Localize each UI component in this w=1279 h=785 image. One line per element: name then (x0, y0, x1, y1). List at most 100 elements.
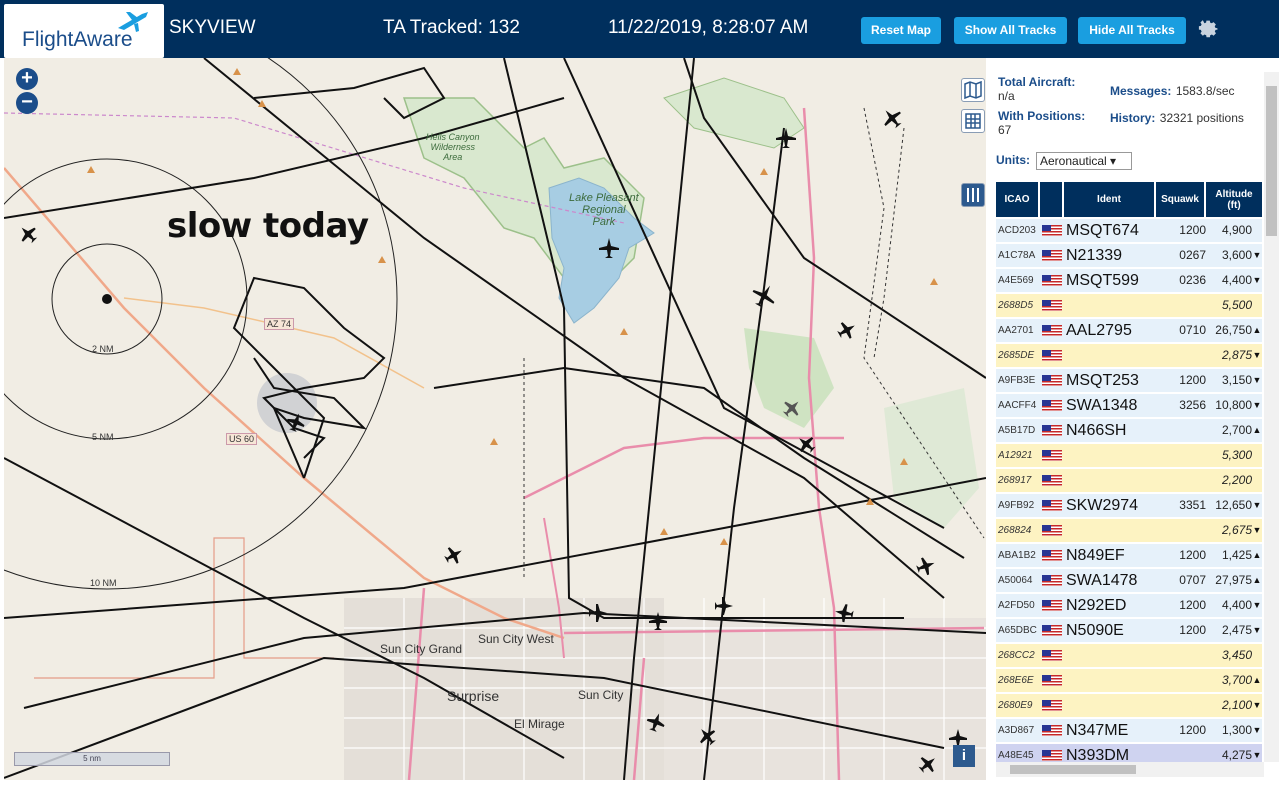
row-icao: 2688D5 (998, 300, 1034, 311)
map-view[interactable]: + − slow today 2 NM 5 NM 10 NM Hells Can… (4, 58, 986, 780)
row-icao: A4E569 (998, 275, 1034, 286)
table-row[interactable]: 268824 2,675 ▼ (996, 518, 1262, 542)
col-flag[interactable] (1040, 182, 1064, 217)
row-squawk (1158, 294, 1206, 317)
table-row[interactable]: 2680E9 2,100 ▼ (996, 693, 1262, 717)
row-altitude: 3,150 (1221, 373, 1252, 387)
row-altitude: 2,700 (1221, 423, 1252, 437)
row-ident: N347ME (1066, 722, 1129, 739)
table-row[interactable]: ABA1B2 N849EF 1200 1,425 ▲ (996, 543, 1262, 567)
table-row[interactable]: ACD203 MSQT674 1200 4,900 (996, 218, 1262, 242)
row-icao: A48E45 (998, 750, 1034, 761)
row-squawk (1158, 444, 1206, 467)
us-flag-icon (1042, 300, 1062, 311)
us-flag-icon (1042, 625, 1062, 636)
grid-toggle-button[interactable] (961, 109, 985, 133)
row-altitude-trend: ▲ (1252, 325, 1262, 335)
row-squawk (1158, 744, 1206, 762)
column-toggle-button[interactable] (961, 183, 985, 207)
us-flag-icon (1042, 325, 1062, 336)
row-altitude-trend: ▼ (1252, 275, 1262, 285)
table-row[interactable]: A9FB3E MSQT253 1200 3,150 ▼ (996, 368, 1262, 392)
table-row[interactable]: A2FD50 N292ED 1200 4,400 ▼ (996, 593, 1262, 617)
el-mirage-label: El Mirage (514, 717, 565, 731)
reset-map-button[interactable]: Reset Map (861, 17, 941, 44)
map-layers-button[interactable] (961, 78, 985, 102)
columns-icon (967, 188, 979, 202)
info-button[interactable]: i (953, 745, 975, 767)
row-ident: N5090E (1066, 622, 1124, 639)
messages-value: 1583.8/sec (1175, 84, 1235, 98)
row-ident: N466SH (1066, 422, 1127, 439)
history-label: History: (1110, 111, 1156, 125)
map-canvas[interactable] (4, 58, 986, 780)
zoom-in-button[interactable]: + (16, 68, 38, 90)
tracked-count: TA Tracked: 132 (383, 17, 520, 38)
table-row[interactable]: AA2701 AAL2795 0710 26,750 ▲ (996, 318, 1262, 342)
table-row[interactable]: A65DBC N5090E 1200 2,475 ▼ (996, 618, 1262, 642)
gear-icon[interactable] (1196, 15, 1220, 39)
us-flag-icon (1042, 525, 1062, 536)
row-altitude-trend (1252, 219, 1262, 242)
row-altitude: 1,300 (1221, 723, 1252, 737)
table-row[interactable]: 268917 2,200 (996, 468, 1262, 492)
table-row[interactable]: AACFF4 SWA1348 3256 10,800 ▼ (996, 393, 1262, 417)
zoom-out-button[interactable]: − (16, 92, 38, 114)
col-altitude[interactable]: Altitude (ft) (1206, 182, 1262, 217)
row-squawk: 1200 (1179, 598, 1206, 612)
table-row[interactable]: A3D867 N347ME 1200 1,300 ▼ (996, 718, 1262, 742)
table-row[interactable]: A9FB92 SKW2974 3351 12,650 ▼ (996, 493, 1262, 517)
us-flag-icon (1042, 350, 1062, 361)
app-title: SKYVIEW (169, 17, 256, 38)
messages-label: Messages: (1110, 84, 1172, 98)
table-row[interactable]: 2688D5 5,500 (996, 293, 1262, 317)
col-icao[interactable]: ICAO (996, 182, 1040, 217)
vertical-scroll-thumb[interactable] (1266, 86, 1277, 236)
row-squawk: 0707 (1179, 573, 1206, 587)
table-row[interactable]: 2685DE 2,875 ▼ (996, 343, 1262, 367)
row-altitude: 26,750 (1215, 323, 1252, 337)
az74-label: AZ 74 (264, 318, 295, 330)
row-ident: SWA1478 (1066, 572, 1138, 589)
table-row[interactable]: A50064 SWA1478 0707 27,975 ▲ (996, 568, 1262, 592)
row-squawk: 1200 (1179, 548, 1206, 562)
top-header: FlightAware SKYVIEW TA Tracked: 132 11/2… (0, 0, 1279, 58)
units-select[interactable]: Aeronautical ▾ (1036, 152, 1132, 170)
row-ident: N21339 (1066, 247, 1123, 264)
row-icao: A12921 (998, 450, 1033, 461)
us-flag-icon (1042, 575, 1062, 586)
row-squawk: 1200 (1179, 623, 1206, 637)
row-altitude: 2,200 (1221, 473, 1252, 487)
col-squawk[interactable]: Squawk (1156, 182, 1206, 217)
row-altitude: 3,450 (1221, 648, 1252, 662)
horizontal-scrollbar[interactable] (996, 762, 1264, 777)
hide-all-tracks-button[interactable]: Hide All Tracks (1078, 17, 1186, 44)
row-altitude: 4,275 (1221, 748, 1252, 762)
table-row[interactable]: A48E45 N393DM 4,275 ▼ (996, 743, 1262, 762)
brand-name: FlightAware (22, 28, 133, 51)
flightaware-logo[interactable]: FlightAware (4, 4, 164, 58)
row-ident (1066, 294, 1156, 317)
table-row[interactable]: 268CC2 3,450 (996, 643, 1262, 667)
table-row[interactable]: A4E569 MSQT599 0236 4,400 ▼ (996, 268, 1262, 292)
row-altitude-trend: ▼ (1252, 525, 1262, 535)
table-row[interactable]: A12921 5,300 (996, 443, 1262, 467)
row-altitude: 4,900 (1221, 223, 1252, 237)
table-row[interactable]: A1C78A N21339 0267 3,600 ▼ (996, 243, 1262, 267)
col-ident[interactable]: Ident (1064, 182, 1156, 217)
show-all-tracks-button[interactable]: Show All Tracks (954, 17, 1067, 44)
total-aircraft-stat: Total Aircraft: n/a (998, 75, 1075, 103)
row-squawk: 1200 (1179, 373, 1206, 387)
with-positions-label: With Positions: (998, 109, 1086, 123)
aircraft-table: ICAO Ident Squawk Altitude (ft) ACD203 MS… (996, 182, 1262, 762)
row-ident (1066, 694, 1156, 717)
aircraft-panel: Total Aircraft: n/a With Positions: 67 M… (986, 58, 1279, 785)
horizontal-scroll-thumb[interactable] (1010, 765, 1136, 774)
range-label-5nm: 5 NM (92, 432, 114, 442)
table-row[interactable]: A5B17D N466SH 2,700 ▲ (996, 418, 1262, 442)
map-icon (964, 80, 982, 100)
vertical-scrollbar[interactable] (1264, 72, 1279, 762)
row-icao: 2685DE (998, 350, 1035, 361)
table-row[interactable]: 268E6E 3,700 ▲ (996, 668, 1262, 692)
row-icao: 2680E9 (998, 700, 1033, 711)
